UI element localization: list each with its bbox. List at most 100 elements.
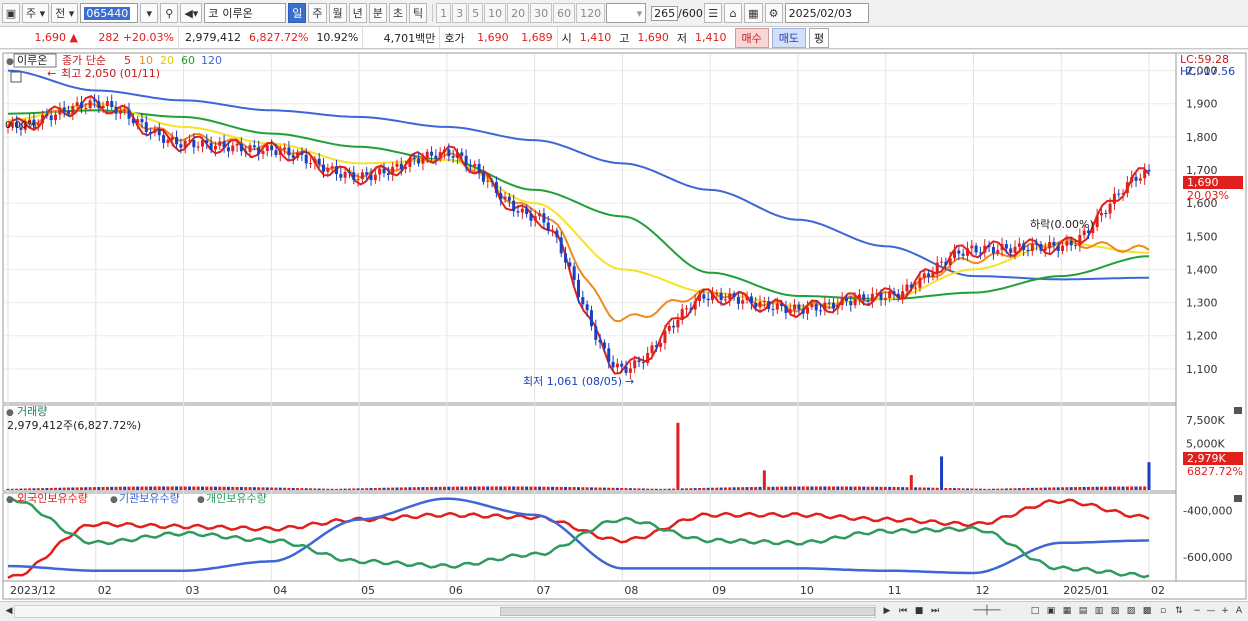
date-input[interactable]: 2025/02/03 — [784, 3, 869, 23]
stop-icon[interactable]: ■ — [912, 604, 926, 618]
save-icon[interactable]: ▦ — [744, 3, 763, 23]
volume-bar — [261, 487, 265, 490]
scroll-thumb[interactable] — [500, 607, 875, 616]
overlay-icon[interactable]: ⌂ — [724, 3, 743, 23]
pan-icon[interactable]: ⇅ — [1172, 604, 1186, 618]
volume-bar — [927, 487, 931, 490]
count-field[interactable]: 265/600 — [648, 3, 703, 23]
candle-body — [265, 145, 269, 152]
sell-button[interactable]: 매도 — [771, 27, 807, 48]
tool-icon-1[interactable]: □ — [1028, 604, 1042, 618]
period-month[interactable]: 월 — [328, 3, 347, 23]
prev-button[interactable]: 전 ▾ — [51, 3, 79, 23]
period-day[interactable]: 일 — [288, 3, 307, 23]
candle-body — [667, 325, 671, 331]
eval-button[interactable]: 평 — [809, 27, 830, 48]
volume-tick-label: 5,000K — [1186, 437, 1225, 450]
candle-body — [533, 216, 537, 221]
volume-bar — [650, 488, 654, 490]
price-tick-label: 1,500 — [1186, 230, 1218, 243]
x-tick-label: 02 — [1151, 584, 1165, 597]
market-select[interactable]: 주 ▾ — [22, 3, 50, 23]
stock-code-input[interactable]: 065440 — [80, 3, 139, 23]
font-size-icon[interactable]: A — [1232, 604, 1246, 618]
chart-area[interactable]: 2,000 1,900 1,800 1,700 1,600 1,500 1,400 1,300… — [0, 50, 1248, 601]
chart-svg[interactable]: 2,0001,9001,8001,7001,6001,5001,4001,300… — [0, 50, 1248, 601]
candle-body — [1143, 169, 1147, 179]
zoom-slider-icon[interactable]: ──┼── — [952, 604, 1022, 618]
last-icon[interactable]: ⏭ — [928, 604, 942, 618]
candle-body — [909, 284, 913, 288]
tool-icon-3[interactable]: ▦ — [1060, 604, 1074, 618]
volume-bar — [996, 488, 1000, 490]
first-icon[interactable]: ⏮ — [896, 604, 910, 618]
tool-icon-5[interactable]: ▥ — [1092, 604, 1106, 618]
candle-body — [797, 304, 801, 310]
volume-panel-frame — [2, 404, 1177, 492]
volume-bar — [1112, 486, 1116, 490]
zoom-out-icon[interactable]: − — [1190, 604, 1204, 618]
volume-bar — [170, 486, 174, 490]
tool-icon-4[interactable]: ▤ — [1076, 604, 1090, 618]
interval-20[interactable]: 20 — [507, 3, 530, 23]
period-tick[interactable]: 틱 — [409, 3, 428, 23]
zoom-in-icon[interactable]: + — [1218, 604, 1232, 618]
candle-body — [931, 272, 935, 277]
volume-bar — [265, 487, 269, 490]
window-icon[interactable]: ▣ — [2, 3, 20, 23]
price-change: 282 +20.03% — [82, 31, 178, 44]
code-dropdown-button[interactable]: ▾ — [140, 3, 159, 23]
buy-button[interactable]: 매수 — [734, 27, 769, 48]
candle-body — [512, 200, 516, 212]
interval-10[interactable]: 10 — [484, 3, 507, 23]
period-minute[interactable]: 분 — [368, 3, 387, 23]
interval-1[interactable]: 1 — [436, 3, 452, 23]
tool-icon-2[interactable]: ▣ — [1044, 604, 1058, 618]
interval-3[interactable]: 3 — [452, 3, 468, 23]
candle-body — [140, 119, 144, 123]
candle-body — [412, 158, 416, 160]
volume-bar — [209, 486, 213, 490]
volume-bar — [538, 486, 542, 490]
candle-body — [1074, 245, 1078, 247]
tool-icon-6[interactable]: ▧ — [1108, 604, 1122, 618]
interval-120[interactable]: 120 — [576, 3, 606, 23]
scroll-track[interactable] — [14, 605, 876, 618]
candle-body — [581, 297, 585, 305]
volume-bar — [1048, 487, 1052, 490]
candle-body — [538, 213, 542, 217]
period-year[interactable]: 년 — [348, 3, 367, 23]
tool-icon-8[interactable]: ▩ — [1140, 604, 1154, 618]
holdings-panel-close-icon[interactable] — [1234, 495, 1242, 502]
x-tick-label: 06 — [449, 584, 463, 597]
candle-body — [853, 298, 857, 306]
period-second[interactable]: 초 — [388, 3, 408, 23]
table-toggle-icon[interactable] — [10, 71, 22, 83]
tool-icon-9[interactable]: ▫ — [1156, 604, 1170, 618]
interval-5[interactable]: 5 — [468, 3, 484, 23]
search-icon[interactable]: ⚲ — [160, 3, 179, 23]
candle-body — [914, 287, 918, 289]
candle-body — [564, 253, 568, 263]
candle-body — [296, 152, 300, 158]
volume-bar — [685, 488, 689, 490]
scroll-right-icon[interactable]: ▶ — [880, 604, 894, 618]
volume-panel-close-icon[interactable] — [1234, 407, 1242, 414]
volume-bar — [1026, 487, 1030, 490]
ask-label: 호가 — [444, 31, 465, 45]
volume-bar — [54, 487, 58, 490]
candle-type-icon[interactable]: ☰ — [704, 3, 723, 23]
tool-icon-7[interactable]: ▨ — [1124, 604, 1138, 618]
interval-60[interactable]: 60 — [553, 3, 576, 23]
volume-bar — [598, 487, 602, 490]
interval-30[interactable]: 30 — [530, 3, 553, 23]
volume-bar — [1091, 486, 1095, 490]
gear-icon[interactable]: ⚙ — [764, 3, 783, 23]
minus-icon[interactable]: — — [1204, 604, 1218, 618]
stock-name-field[interactable]: 코 이루온 — [204, 3, 287, 23]
interval-custom-input[interactable]: ▾ — [606, 3, 647, 23]
candle-body — [36, 123, 40, 126]
period-week[interactable]: 주 — [308, 3, 327, 23]
candle-body — [192, 140, 196, 148]
speaker-icon[interactable]: ◀▾ — [180, 3, 203, 23]
